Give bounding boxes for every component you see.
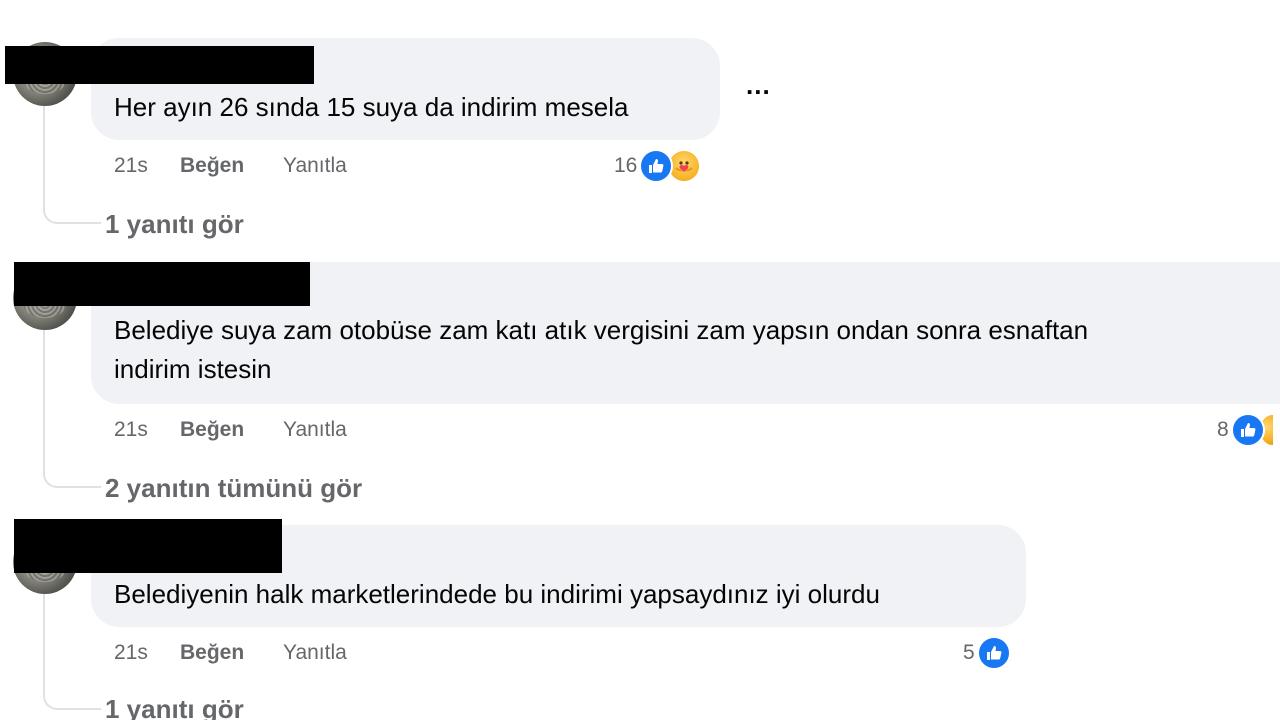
reply-button[interactable]: Yanıtla	[283, 418, 347, 442]
redacted-author-name	[14, 262, 310, 306]
thread-line	[43, 106, 45, 202]
thread-line	[43, 594, 45, 688]
reactions-summary[interactable]: 8	[1217, 412, 1273, 448]
comment-text-line-2: indirim istesin	[114, 354, 272, 384]
redacted-author-name	[5, 46, 314, 84]
view-replies-link[interactable]: 1 yanıtı gör	[105, 694, 244, 720]
thread-connector	[43, 688, 101, 710]
comment-text: Her ayın 26 sında 15 suya da indirim mes…	[114, 92, 629, 122]
more-options-button[interactable]: ...	[746, 70, 771, 101]
thread-line	[43, 330, 45, 466]
redacted-author-name	[14, 519, 282, 573]
thread-connector	[43, 466, 101, 488]
reactions-summary[interactable]: 16	[614, 148, 702, 184]
reaction-count: 8	[1217, 418, 1229, 441]
reactions-summary[interactable]: 5	[963, 635, 1011, 671]
comment-time[interactable]: 21s	[114, 418, 148, 442]
like-button[interactable]: Beğen	[180, 641, 244, 665]
thread-connector	[43, 202, 101, 224]
like-button[interactable]: Beğen	[180, 418, 244, 442]
like-icon	[1230, 413, 1265, 447]
comment-time[interactable]: 21s	[114, 641, 148, 665]
like-icon	[639, 149, 674, 183]
reply-button[interactable]: Yanıtla	[283, 154, 347, 178]
view-replies-link[interactable]: 1 yanıtı gör	[105, 209, 244, 240]
reply-button[interactable]: Yanıtla	[283, 641, 347, 665]
view-replies-link[interactable]: 2 yanıtın tümünü gör	[105, 473, 362, 504]
like-icon	[976, 636, 1011, 670]
comment-text: Belediyenin halk marketlerindede bu indi…	[114, 579, 880, 609]
like-button[interactable]: Beğen	[180, 154, 244, 178]
comment-text-line-1: Belediye suya zam otobüse zam katı atık …	[114, 315, 1089, 345]
comment-time[interactable]: 21s	[114, 154, 148, 178]
reaction-count: 5	[963, 641, 975, 664]
reaction-count: 16	[614, 154, 638, 177]
